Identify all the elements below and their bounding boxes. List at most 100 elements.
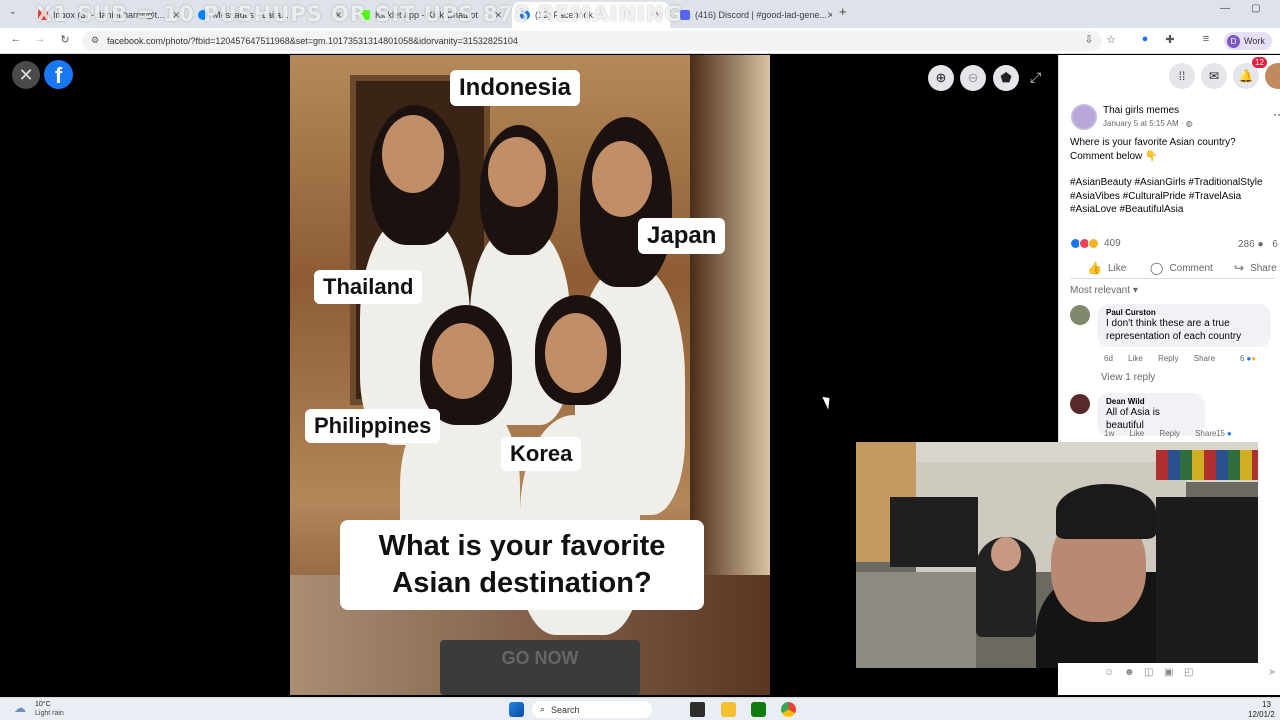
messenger-icon[interactable]: ✉	[1201, 63, 1227, 89]
country-label-indonesia: Indonesia	[450, 70, 581, 106]
site-info-icon[interactable]: ⚙	[91, 35, 99, 46]
hashtag-line[interactable]: #AsiaVibes #CulturalPride #TravelAsia	[1070, 190, 1280, 204]
browser-tab-strip: ⌄ Inbox (3) - daniel.harris@t... ✕ Messa…	[0, 0, 1280, 28]
reload-icon[interactable]: ↻	[57, 33, 73, 46]
commenter-avatar[interactable]	[1070, 305, 1090, 325]
webcam-background-face	[991, 537, 1021, 571]
hashtag-line[interactable]: #AsiaLove #BeautifulAsia	[1070, 203, 1280, 217]
facebook-logo-icon[interactable]: f	[44, 60, 73, 89]
profile-avatar-icon: D	[1227, 34, 1240, 48]
view-replies-link[interactable]: View 1 reply	[1101, 372, 1155, 383]
photo-face	[592, 141, 652, 217]
zoom-in-button[interactable]: ⊕	[928, 65, 954, 91]
install-app-icon[interactable]: ⇩	[1081, 33, 1097, 46]
comment-share-link[interactable]: Share	[1194, 354, 1215, 363]
comment-reply-link[interactable]: Reply	[1159, 429, 1179, 438]
bookmark-star-icon[interactable]: ☆	[1103, 33, 1119, 46]
post-photo: GO NOW Indonesia Japan Thailand Philippi…	[290, 55, 770, 695]
new-tab-icon[interactable]: +	[839, 4, 847, 19]
page-name-link[interactable]: Thai girls memes	[1103, 105, 1179, 116]
tag-photo-button[interactable]: ⬟	[993, 65, 1019, 91]
emoji-icon[interactable]: ☻	[1124, 667, 1135, 678]
camera-icon[interactable]: ◫	[1144, 667, 1153, 678]
like-button[interactable]: 👍 Like	[1087, 261, 1126, 275]
task-view-icon[interactable]	[690, 702, 705, 717]
close-tab-icon[interactable]: ✕	[827, 10, 832, 21]
profile-chip[interactable]: D Work	[1224, 32, 1272, 50]
clock-date[interactable]: 12/01/2	[1248, 710, 1275, 719]
comment-button[interactable]: ◯ Comment	[1150, 261, 1213, 275]
comment-sort-dropdown[interactable]: Most relevant ▾	[1070, 285, 1138, 296]
send-icon[interactable]: ➤	[1268, 667, 1276, 678]
commenter-name[interactable]: Dean Wild	[1106, 397, 1196, 406]
comment-count-number: 286	[1238, 239, 1255, 250]
clock-time[interactable]: 13	[1262, 700, 1271, 709]
reading-list-icon[interactable]: ≡	[1198, 33, 1214, 45]
notifications-badge: 12	[1252, 57, 1267, 68]
country-label-thailand: Thailand	[314, 270, 423, 304]
maximize-window-icon[interactable]: ▢	[1251, 3, 1260, 14]
comment-share-link[interactable]: Share	[1195, 429, 1216, 438]
sticker-icon[interactable]: ◰	[1184, 667, 1193, 678]
file-explorer-icon[interactable]	[721, 702, 736, 717]
comment-like-link[interactable]: Like	[1128, 354, 1143, 363]
zoom-out-button[interactable]: ⊖	[960, 65, 986, 91]
menu-grid-icon[interactable]: ⁞⁞	[1169, 63, 1195, 89]
post-timestamp[interactable]: January 5 at 5:15 AM · ◍	[1103, 119, 1193, 128]
comment-reaction-count[interactable]: 6 ●●	[1240, 354, 1269, 363]
comment-like-link[interactable]: Like	[1129, 429, 1144, 438]
back-arrow-icon[interactable]: ←	[8, 33, 24, 45]
commenter-avatar[interactable]	[1070, 394, 1090, 414]
address-bar[interactable]: ⚙ facebook.com/photo/?fbid=1204576475119…	[82, 31, 1102, 51]
extension-blue-icon[interactable]: ●	[1137, 33, 1153, 45]
comment-reply-link[interactable]: Reply	[1158, 354, 1178, 363]
search-icon: ⌕	[540, 704, 546, 714]
commenter-name[interactable]: Paul Curston	[1106, 308, 1262, 317]
webcam-monitor	[890, 497, 978, 567]
share-count-number: 6	[1272, 239, 1278, 250]
extensions-puzzle-icon[interactable]: ✚	[1162, 33, 1178, 46]
xbox-app-icon[interactable]	[751, 702, 766, 717]
comment-composer[interactable]: ☺ ☻ ◫ ▣ ◰ ➤	[1058, 663, 1280, 695]
photo-face	[432, 323, 494, 399]
chevron-down-icon: ▾	[1132, 285, 1138, 296]
windows-start-icon[interactable]	[509, 702, 524, 717]
webcam-beanie	[1056, 484, 1156, 539]
forward-arrow-icon[interactable]: →	[32, 33, 48, 45]
taskbar-search[interactable]: ⌕ Search	[532, 701, 652, 718]
hashtag-line[interactable]: #AsianBeauty #AsianGirls #TraditionalSty…	[1070, 176, 1280, 190]
browser-toolbar: ← → ↻ ⚙ facebook.com/photo/?fbid=1204576…	[0, 28, 1280, 54]
reaction-count: 409	[1104, 238, 1121, 249]
tab-search-chevron-icon[interactable]: ⌄	[9, 6, 17, 17]
country-label-korea: Korea	[501, 437, 582, 471]
post-hashtags[interactable]: #AsianBeauty #AsianGirls #TraditionalSty…	[1070, 176, 1280, 217]
comment-count[interactable]: 286 ● 6	[1238, 239, 1278, 250]
account-avatar[interactable]	[1265, 63, 1280, 89]
tab-discord[interactable]: (416) Discord | #good-lad-gene... ✕	[672, 2, 832, 28]
reaction-summary[interactable]: 409	[1070, 238, 1121, 249]
webcam-caps-rack	[1156, 450, 1258, 480]
webcam-gaming-chair	[1156, 497, 1258, 668]
reaction-number: 15	[1216, 429, 1225, 438]
post-date-text: January 5 at 5:15 AM ·	[1103, 119, 1186, 128]
comment-reaction-count[interactable]: 15 ●	[1216, 429, 1245, 438]
share-button[interactable]: ↪ Share	[1234, 261, 1277, 275]
question-line-2: Asian destination?	[392, 567, 652, 599]
chrome-app-icon[interactable]	[781, 702, 796, 717]
post-text-line: Comment below 👇	[1070, 150, 1158, 162]
weather-temperature[interactable]: 10°C	[35, 701, 51, 708]
page-avatar[interactable]	[1071, 104, 1097, 130]
minimize-window-icon[interactable]: —	[1220, 3, 1230, 14]
weather-cloud-icon[interactable]: ☁	[14, 701, 26, 715]
fullscreen-icon[interactable]: ⤢	[1030, 69, 1041, 86]
close-viewer-button[interactable]: ✕	[12, 61, 40, 89]
like-label: Like	[1107, 262, 1127, 274]
avatar-sticker-icon[interactable]: ☺	[1104, 667, 1114, 678]
webcam-desk	[856, 572, 976, 668]
weather-description[interactable]: Light rain	[35, 710, 64, 717]
webcam-overlay	[856, 442, 1258, 668]
comment-meta: 6d Like Reply Share	[1104, 354, 1228, 363]
gif-icon[interactable]: ▣	[1164, 667, 1173, 678]
more-options-icon[interactable]: ···	[1273, 107, 1280, 121]
comment-bubble-icon: ●	[1257, 239, 1264, 250]
